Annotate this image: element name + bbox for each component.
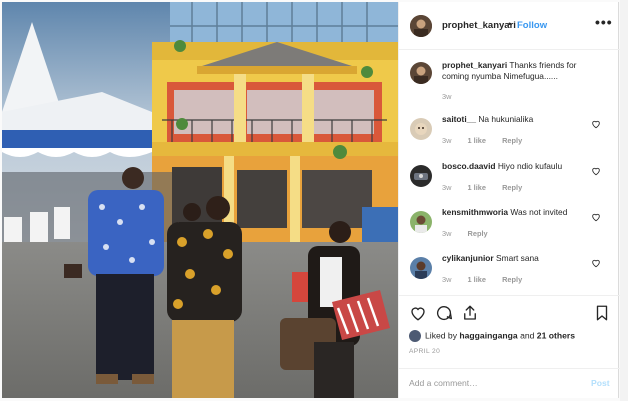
comments-list[interactable]: prophet_kanyari Thanks friends for comin… xyxy=(399,51,620,295)
post-actions: Liked by haggainganga and 21 others APRI… xyxy=(399,295,620,375)
reply-button[interactable]: Reply xyxy=(502,275,522,284)
add-comment-bar: Add a comment… Post xyxy=(399,368,620,398)
post-comment-button[interactable]: Post xyxy=(591,378,610,388)
comment-username[interactable]: kensmithmworia xyxy=(442,207,508,217)
caption-meta: 3w xyxy=(442,92,465,101)
comment-time[interactable]: 3w xyxy=(442,136,451,145)
liker-avatar[interactable] xyxy=(409,330,421,342)
comment-meta: 3w 1 like Reply xyxy=(442,136,536,145)
more-icon[interactable]: ••• xyxy=(595,14,613,30)
comment-avatar[interactable] xyxy=(410,211,432,233)
post-side-panel: prophet_kanyari • Follow ••• prophet_kan… xyxy=(398,2,620,398)
comment-bubble-icon[interactable] xyxy=(435,304,453,322)
liked-by-prefix: Liked by xyxy=(425,330,458,341)
post-header: prophet_kanyari • Follow ••• xyxy=(399,2,620,50)
like-comment-heart-icon[interactable] xyxy=(591,166,601,176)
author-username[interactable]: prophet_kanyari xyxy=(442,20,516,31)
post-photo-image xyxy=(2,2,398,398)
comment-avatar[interactable] xyxy=(410,118,432,140)
window-edge xyxy=(620,0,628,401)
separator-dot: • xyxy=(508,19,512,29)
caption-time[interactable]: 3w xyxy=(442,92,451,101)
comment-username[interactable]: bosco.daavid xyxy=(442,161,496,171)
post-date[interactable]: APRIL 20 xyxy=(409,348,440,355)
comment-likes[interactable]: 1 like xyxy=(468,136,487,145)
liked-by-line: Liked by haggainganga and 21 others xyxy=(409,330,575,342)
comment-time[interactable]: 3w xyxy=(442,275,451,284)
add-comment-input[interactable]: Add a comment… xyxy=(409,378,478,388)
instagram-post-window: prophet_kanyari • Follow ••• prophet_kan… xyxy=(0,0,628,401)
comment-body: Smart sana xyxy=(496,253,539,263)
comment-username[interactable]: cylikanjunior xyxy=(442,253,494,263)
comment-text: bosco.daavid Hiyo ndio kufaulu xyxy=(442,161,592,172)
reply-button[interactable]: Reply xyxy=(468,229,488,238)
bookmark-icon[interactable] xyxy=(593,304,611,322)
like-heart-icon[interactable] xyxy=(409,304,427,322)
caption-text: prophet_kanyari Thanks friends for comin… xyxy=(442,60,592,82)
like-comment-heart-icon[interactable] xyxy=(591,119,601,129)
like-comment-heart-icon[interactable] xyxy=(591,212,601,222)
comment-body: Hiyo ndio kufaulu xyxy=(497,161,563,171)
comment-likes[interactable]: 1 like xyxy=(468,183,487,192)
comment-meta: 3w Reply xyxy=(442,229,502,238)
comment-time[interactable]: 3w xyxy=(442,229,451,238)
comment-body: Was not invited xyxy=(510,207,568,217)
comment-avatar[interactable] xyxy=(410,165,432,187)
comment-body: Na hukunialika xyxy=(478,114,534,124)
liked-by-and: and xyxy=(520,330,535,341)
caption-avatar[interactable] xyxy=(410,62,432,84)
comment-meta: 3w 1 like Reply xyxy=(442,275,536,284)
liked-by-user[interactable]: haggainganga xyxy=(459,330,517,340)
comment-text: kensmithmworia Was not invited xyxy=(442,207,592,218)
comment-time[interactable]: 3w xyxy=(442,183,451,192)
author-avatar[interactable] xyxy=(410,15,432,37)
like-comment-heart-icon[interactable] xyxy=(591,258,601,268)
share-upload-icon[interactable] xyxy=(461,304,479,322)
comment-text: saitoti__ Na hukunialika xyxy=(442,114,592,125)
comment-meta: 3w 1 like Reply xyxy=(442,183,536,192)
reply-button[interactable]: Reply xyxy=(502,183,522,192)
reply-button[interactable]: Reply xyxy=(502,136,522,145)
comment-text: cylikanjunior Smart sana xyxy=(442,253,592,264)
liked-by-others[interactable]: 21 others xyxy=(537,330,575,340)
caption-username[interactable]: prophet_kanyari xyxy=(442,60,507,70)
comment-username[interactable]: saitoti__ xyxy=(442,114,476,124)
comment-avatar[interactable] xyxy=(410,257,432,279)
post-photo[interactable] xyxy=(2,2,398,398)
follow-button[interactable]: Follow xyxy=(517,20,547,31)
comment-likes[interactable]: 1 like xyxy=(468,275,487,284)
